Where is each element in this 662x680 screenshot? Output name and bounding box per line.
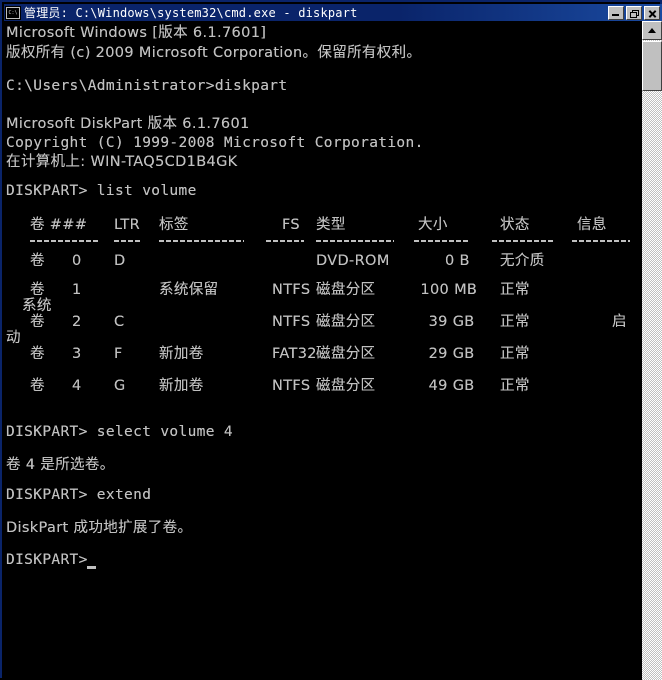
volume-cell-type: 磁盘分区 bbox=[316, 314, 376, 330]
table-header-rule bbox=[414, 240, 469, 242]
volume-cell-status: 正常 bbox=[500, 378, 530, 394]
volume-cell-info: 启 bbox=[612, 314, 627, 330]
volume-cell-ltr: C bbox=[114, 314, 125, 330]
console-line: C:\Users\Administrator>diskpart bbox=[6, 78, 288, 94]
volume-cell-label: 新加卷 bbox=[159, 346, 204, 362]
volume-cell-ltr: G bbox=[114, 378, 126, 394]
scrollbar-thumb[interactable] bbox=[642, 41, 662, 91]
window-controls bbox=[608, 5, 660, 20]
console-line: DISKPART> bbox=[6, 552, 97, 568]
volume-cell-label: 系统保留 bbox=[159, 282, 219, 298]
volume-cell-label: 新加卷 bbox=[159, 378, 204, 394]
console-text-surface[interactable]: Microsoft Windows [版本 6.1.7601] 版权所有 (c) … bbox=[4, 21, 636, 680]
volume-info-wrap: 动 bbox=[6, 330, 21, 346]
volume-info-wrap: 系统 bbox=[22, 298, 52, 314]
volume-cell-type: 磁盘分区 bbox=[316, 282, 376, 298]
table-header-1: LTR bbox=[114, 217, 141, 233]
volume-cell-name: 卷 bbox=[30, 346, 45, 362]
volume-cell-number: 3 bbox=[72, 346, 82, 362]
console-line: DISKPART> list volume bbox=[6, 183, 197, 199]
title-bar[interactable]: C:\ 管理员: C:\Windows\system32\cmd.exe - d… bbox=[4, 4, 662, 21]
console-line: DISKPART> select volume 4 bbox=[6, 424, 233, 440]
cmd-icon-glyph: C:\ bbox=[7, 7, 19, 18]
scrollbar-track[interactable] bbox=[642, 21, 662, 680]
scroll-up-arrow-icon[interactable] bbox=[642, 21, 662, 40]
volume-cell-type: 磁盘分区 bbox=[316, 346, 376, 362]
vertical-scrollbar[interactable] bbox=[636, 21, 662, 680]
cmd-console-icon: C:\ bbox=[5, 5, 21, 20]
volume-cell-number: 4 bbox=[72, 378, 82, 394]
console-line: Microsoft DiskPart 版本 6.1.7601 bbox=[6, 116, 250, 132]
volume-cell-ltr: D bbox=[114, 253, 126, 269]
table-header-5: 大小 bbox=[418, 217, 448, 233]
minimize-button[interactable] bbox=[608, 5, 624, 20]
triangle-up-icon bbox=[648, 28, 656, 33]
console-line: Copyright (C) 1999-2008 Microsoft Corpor… bbox=[6, 135, 424, 151]
volume-cell-fs: NTFS bbox=[272, 282, 311, 298]
console-line: DISKPART> extend bbox=[6, 487, 152, 503]
table-header-rule bbox=[572, 240, 630, 242]
client-area: Microsoft Windows [版本 6.1.7601] 版权所有 (c) … bbox=[4, 21, 662, 680]
console-line: Microsoft Windows [版本 6.1.7601] bbox=[6, 25, 267, 41]
volume-cell-size: 39 GB bbox=[428, 314, 475, 330]
volume-cell-type: DVD-ROM bbox=[316, 253, 390, 269]
console-window: C:\ 管理员: C:\Windows\system32\cmd.exe - d… bbox=[0, 0, 662, 680]
volume-cell-size: 0 B bbox=[445, 253, 470, 269]
table-header-rule bbox=[492, 240, 554, 242]
volume-cell-fs: FAT32 bbox=[272, 346, 317, 362]
table-header-0: 卷 ### bbox=[30, 217, 88, 233]
window-title: 管理员: C:\Windows\system32\cmd.exe - diskp… bbox=[24, 5, 358, 20]
volume-cell-name: 卷 bbox=[30, 253, 45, 269]
table-header-rule bbox=[266, 240, 304, 242]
table-header-rule bbox=[114, 240, 142, 242]
table-header-6: 状态 bbox=[500, 217, 530, 233]
console-line: DiskPart 成功地扩展了卷。 bbox=[6, 520, 193, 536]
text-cursor bbox=[87, 566, 96, 569]
volume-cell-status: 正常 bbox=[500, 314, 530, 330]
volume-cell-name: 卷 bbox=[30, 314, 45, 330]
volume-cell-status: 正常 bbox=[500, 282, 530, 298]
table-header-rule bbox=[316, 240, 394, 242]
volume-cell-number: 1 bbox=[72, 282, 82, 298]
volume-cell-number: 0 bbox=[72, 253, 82, 269]
console-line: 在计算机上: WIN-TAQ5CD1B4GK bbox=[6, 154, 238, 170]
volume-cell-size: 100 MB bbox=[420, 282, 478, 298]
volume-cell-status: 正常 bbox=[500, 346, 530, 362]
volume-cell-size: 29 GB bbox=[428, 346, 475, 362]
table-header-rule bbox=[159, 240, 244, 242]
table-header-rule bbox=[30, 240, 100, 242]
volume-cell-name: 卷 bbox=[30, 282, 45, 298]
table-header-3: FS bbox=[282, 217, 300, 233]
volume-cell-type: 磁盘分区 bbox=[316, 378, 376, 394]
volume-cell-name: 卷 bbox=[30, 378, 45, 394]
table-header-7: 信息 bbox=[577, 217, 607, 233]
table-header-2: 标签 bbox=[159, 217, 189, 233]
volume-cell-fs: NTFS bbox=[272, 378, 311, 394]
volume-cell-ltr: F bbox=[114, 346, 123, 362]
console-line: 卷 4 是所选卷。 bbox=[6, 457, 115, 473]
volume-cell-number: 2 bbox=[72, 314, 82, 330]
volume-cell-fs: NTFS bbox=[272, 314, 311, 330]
close-button[interactable] bbox=[644, 5, 660, 20]
table-header-4: 类型 bbox=[316, 217, 346, 233]
volume-cell-size: 49 GB bbox=[428, 378, 475, 394]
volume-cell-status: 无介质 bbox=[500, 253, 545, 269]
restore-button[interactable] bbox=[626, 5, 642, 20]
console-line: 版权所有 (c) 2009 Microsoft Corporation。保留所有… bbox=[6, 45, 422, 61]
